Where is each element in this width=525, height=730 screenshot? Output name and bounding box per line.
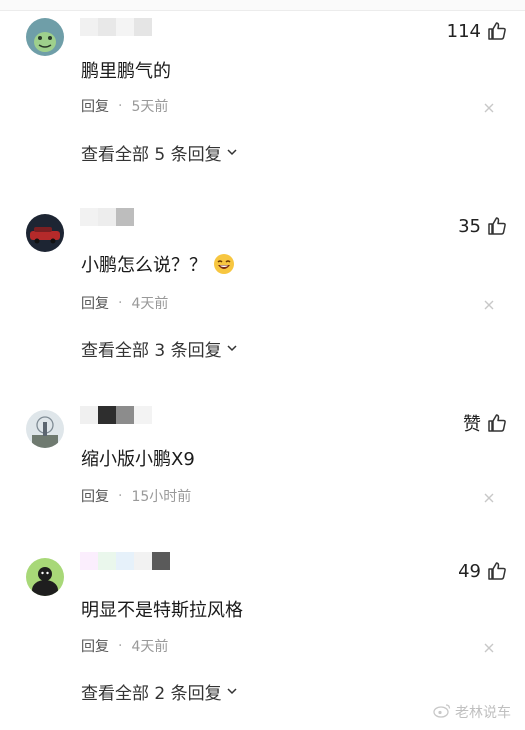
view-replies-button[interactable]: 查看全部 5 条回复: [81, 140, 238, 165]
view-replies-button[interactable]: 查看全部 3 条回复: [81, 336, 238, 361]
thumbs-up-icon: [487, 413, 507, 433]
comment-meta: 回复 · 4天前: [81, 293, 168, 313]
comment-meta: 回复 · 15小时前: [81, 486, 191, 506]
thumbs-up-icon: [487, 21, 507, 41]
watermark: 老林说车: [433, 702, 511, 722]
like-count: 114: [446, 20, 481, 42]
view-replies-label: 查看全部 2 条回复: [81, 684, 222, 704]
like-button[interactable]: 赞: [463, 411, 507, 435]
close-icon[interactable]: [483, 299, 495, 311]
like-count: 49: [458, 560, 481, 582]
like-button[interactable]: 35: [458, 214, 507, 238]
like-count: 赞: [463, 414, 481, 435]
like-button[interactable]: 114: [447, 19, 507, 43]
reply-button[interactable]: 回复: [81, 96, 109, 116]
weibo-logo-icon: [433, 703, 451, 722]
avatar[interactable]: [26, 214, 64, 252]
comment-item: 35 小鹏怎么说？？ 回复 · 4天前 查看全部 3 条回复: [0, 196, 525, 386]
close-icon[interactable]: [483, 642, 495, 654]
timestamp: 4天前: [131, 296, 169, 312]
avatar[interactable]: [26, 410, 64, 448]
thumbs-up-icon: [487, 561, 507, 581]
laughing-emoji-icon: [213, 253, 235, 280]
reply-button[interactable]: 回复: [81, 293, 109, 313]
view-replies-button[interactable]: 查看全部 2 条回复: [81, 679, 238, 704]
username-redacted[interactable]: [80, 552, 170, 572]
chevron-down-icon: [226, 143, 238, 163]
like-count: 35: [458, 215, 481, 237]
comment-text: 缩小版小鹏X9: [81, 449, 195, 470]
comment-text-content: 小鹏怎么说？？: [81, 255, 207, 276]
reply-button[interactable]: 回复: [81, 636, 109, 656]
view-replies-label: 查看全部 3 条回复: [81, 341, 222, 361]
thumbs-up-icon: [487, 216, 507, 236]
chevron-down-icon: [226, 682, 238, 702]
comment-meta: 回复 · 5天前: [81, 96, 168, 116]
comment-meta: 回复 · 4天前: [81, 636, 168, 656]
close-icon[interactable]: [483, 102, 495, 114]
comment-text: 明显不是特斯拉风格: [81, 600, 243, 621]
close-icon[interactable]: [483, 492, 495, 504]
avatar[interactable]: [26, 558, 64, 596]
separator-dot: ·: [118, 295, 123, 311]
username-redacted[interactable]: [80, 208, 134, 228]
timestamp: 15小时前: [131, 489, 192, 505]
chevron-down-icon: [226, 339, 238, 359]
comment-text: 鹏里鹏气的: [81, 61, 171, 82]
timestamp: 4天前: [131, 639, 169, 655]
like-button[interactable]: 49: [458, 559, 507, 583]
view-replies-label: 查看全部 5 条回复: [81, 145, 222, 165]
comment-text: 小鹏怎么说？？: [81, 251, 235, 280]
username-redacted[interactable]: [80, 18, 152, 38]
watermark-text: 老林说车: [455, 705, 511, 721]
separator-dot: ·: [118, 638, 123, 654]
separator-dot: ·: [118, 98, 123, 114]
username-redacted[interactable]: [80, 406, 152, 426]
timestamp: 5天前: [131, 99, 169, 115]
avatar[interactable]: [26, 18, 64, 56]
reply-button[interactable]: 回复: [81, 486, 109, 506]
comment-item: 114 鹏里鹏气的 回复 · 5天前 查看全部 5 条回复: [0, 0, 525, 190]
separator-dot: ·: [118, 488, 123, 504]
